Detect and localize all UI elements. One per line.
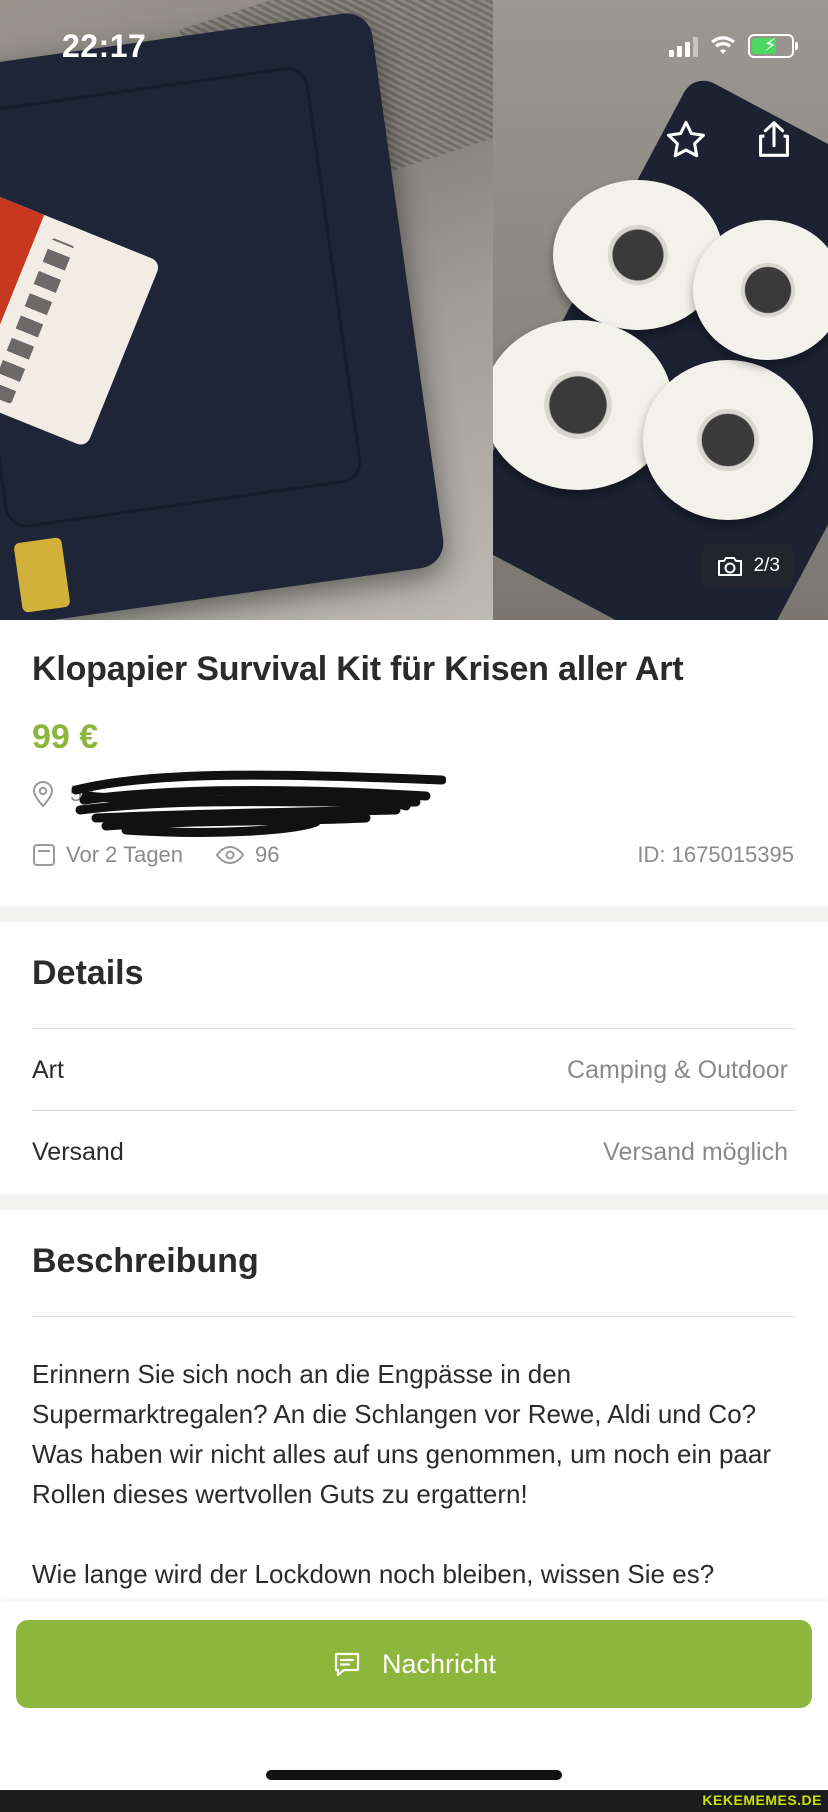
status-bar-time: 22:17 — [62, 28, 147, 64]
listing-meta: Vor 2 Tagen 96 ID: 1675015395 — [32, 842, 794, 868]
details-key: Versand — [32, 1137, 124, 1166]
status-bar-icons: ⚡ — [669, 34, 798, 58]
eye-icon — [215, 845, 245, 865]
star-icon — [667, 120, 705, 158]
listing-photo-toolbox — [0, 0, 493, 620]
battery-icon: ⚡ — [748, 34, 798, 58]
redaction-scribble — [71, 770, 446, 837]
listing-photo-toilet-paper — [493, 0, 828, 620]
description-section: Beschreibung Erinnern Sie sich noch an d… — [0, 1210, 828, 1610]
message-button-label: Nachricht — [381, 1648, 497, 1679]
listing-info: Klopapier Survival Kit für Krisen aller … — [0, 620, 828, 906]
watermark: KEKEMEMES.DE — [702, 1792, 822, 1808]
section-divider — [0, 906, 828, 922]
share-icon — [759, 121, 789, 157]
details-section: Details Art Camping & Outdoor Versand Ve… — [0, 922, 828, 1194]
photo-counter-text: 2/3 — [753, 555, 780, 576]
details-heading: Details — [32, 954, 144, 992]
listing-price: 99 € — [32, 718, 99, 756]
message-button[interactable]: Nachricht — [16, 1620, 812, 1708]
photo-counter: 2/3 — [701, 544, 794, 588]
bottom-action-bar: Nachricht — [0, 1602, 828, 1790]
details-key: Art — [32, 1055, 64, 1084]
section-divider — [0, 1194, 828, 1210]
details-value: Camping & Outdoor — [567, 1055, 788, 1084]
calendar-icon — [33, 844, 55, 866]
details-row-versand: Versand Versand möglich — [32, 1112, 788, 1192]
wifi-icon — [711, 36, 735, 54]
favorite-button[interactable] — [658, 112, 714, 168]
listing-title: Klopapier Survival Kit für Krisen aller … — [32, 650, 684, 688]
location-pin-icon — [32, 781, 54, 808]
photo-gallery[interactable]: 22:17 ⚡ 2/3 — [0, 0, 828, 620]
description-paragraph: Wie lange wird der Lockdown noch bleiben… — [32, 1559, 715, 1589]
details-value: Versand möglich — [603, 1137, 788, 1166]
view-count: 96 — [215, 842, 280, 868]
details-row-art: Art Camping & Outdoor — [32, 1030, 788, 1110]
chat-icon — [334, 1652, 360, 1677]
cellular-signal-icon — [669, 35, 698, 57]
watermark-bar: KEKEMEMES.DE — [0, 1790, 828, 1812]
home-indicator[interactable] — [266, 1770, 562, 1780]
description-paragraph: Erinnern Sie sich noch an die Engpässe i… — [32, 1359, 771, 1509]
share-button[interactable] — [746, 112, 802, 168]
posted-date-text: Vor 2 Tagen — [66, 842, 184, 867]
description-heading: Beschreibung — [32, 1242, 259, 1280]
camera-icon — [717, 557, 742, 576]
listing-id: ID: 1675015395 — [637, 842, 794, 867]
posted-date: Vor 2 Tagen — [32, 842, 183, 868]
view-count-text: 96 — [255, 842, 280, 867]
